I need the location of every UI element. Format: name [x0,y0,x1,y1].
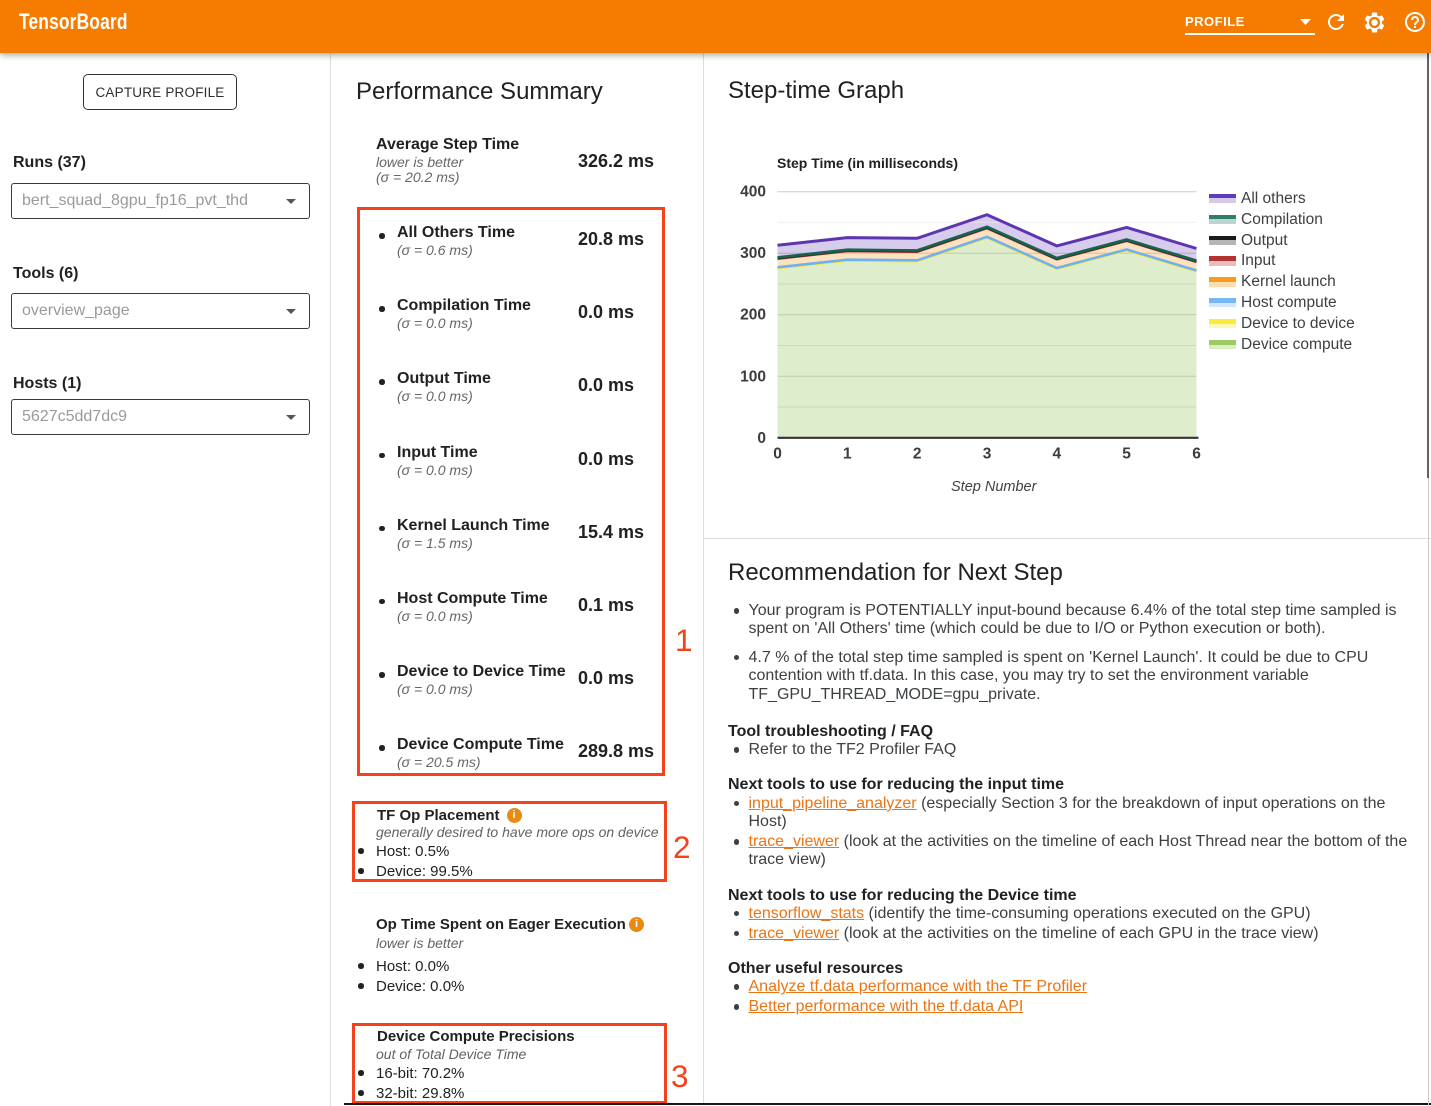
svg-text:200: 200 [740,307,766,324]
svg-text:1: 1 [843,446,852,463]
svg-text:2: 2 [913,446,922,463]
svg-text:0: 0 [757,430,766,447]
svg-text:6: 6 [1192,446,1201,463]
svg-text:5: 5 [1122,446,1131,463]
svg-text:0: 0 [773,446,782,463]
svg-text:100: 100 [740,368,766,385]
svg-text:4: 4 [1052,446,1061,463]
svg-text:3: 3 [983,446,992,463]
svg-text:300: 300 [740,245,766,262]
svg-text:400: 400 [740,184,766,201]
